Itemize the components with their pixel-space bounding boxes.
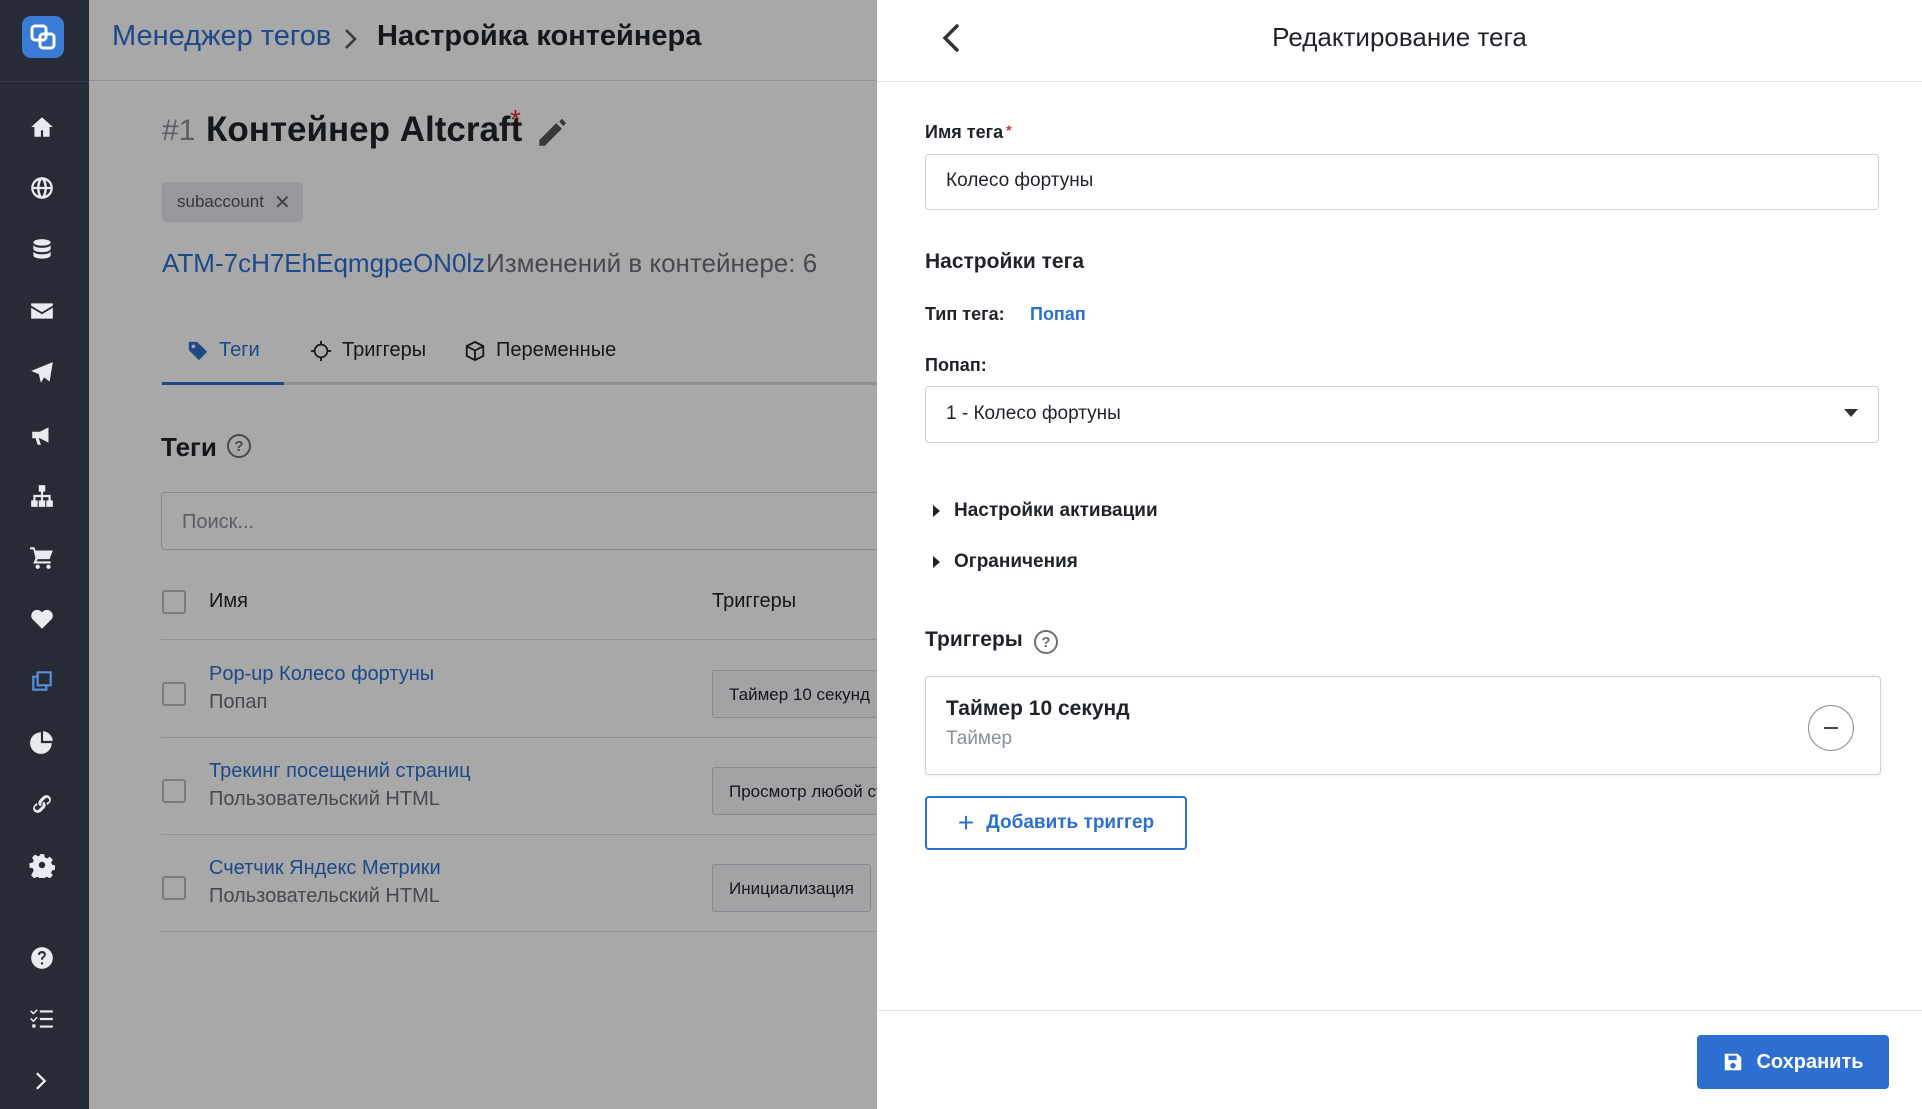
app-logo[interactable] (22, 16, 64, 58)
link-icon[interactable] (24, 786, 60, 822)
triggers-title: Триггеры (925, 628, 1023, 651)
required-mark: * (1006, 122, 1012, 138)
mail-icon[interactable] (24, 293, 60, 329)
activation-settings-toggle[interactable]: Настройки активации (933, 500, 1158, 522)
add-trigger-label: Добавить триггер (986, 812, 1155, 833)
paper-plane-icon[interactable] (24, 355, 60, 391)
sidebar (0, 0, 89, 1109)
logo-icon (30, 24, 56, 50)
popup-select-value: 1 - Колесо фортуны (946, 403, 1121, 424)
activation-settings-label: Настройки активации (954, 500, 1158, 521)
panel-title-text: Редактирование тега (1272, 22, 1527, 52)
help-icon[interactable] (24, 940, 60, 976)
restrictions-label: Ограничения (954, 551, 1078, 572)
panel-header: Редактирование тега (877, 0, 1922, 82)
database-icon[interactable] (24, 232, 60, 268)
trigger-card: Таймер 10 секунд Таймер (925, 676, 1881, 775)
tag-name-label-text: Имя тега (925, 122, 1004, 142)
windows-icon[interactable] (24, 663, 60, 699)
heart-icon[interactable] (24, 601, 60, 637)
tag-type-value: Попап (1030, 304, 1086, 324)
modal-backdrop[interactable] (89, 0, 877, 1109)
add-trigger-button[interactable]: + Добавить триггер (925, 796, 1187, 850)
popup-select[interactable]: 1 - Колесо фортуны (925, 386, 1879, 443)
caret-right-icon (933, 505, 940, 517)
save-button[interactable]: Сохранить (1697, 1035, 1889, 1089)
home-icon[interactable] (24, 109, 60, 145)
popup-label: Попап: (925, 355, 987, 375)
sitemap-icon[interactable] (24, 478, 60, 514)
save-label: Сохранить (1756, 1050, 1864, 1073)
tag-name-label: Имя тега * (925, 122, 1012, 143)
plus-icon: + (957, 807, 975, 838)
sidebar-divider (0, 81, 89, 82)
tag-settings-title: Настройки тега (925, 250, 1085, 273)
remove-trigger-button[interactable] (1808, 705, 1854, 751)
chevron-right-icon[interactable] (24, 1063, 60, 1099)
globe-icon[interactable] (24, 170, 60, 206)
edit-tag-panel: Редактирование тега Имя тега * Колесо фор… (877, 0, 1922, 1109)
megaphone-icon[interactable] (24, 417, 60, 453)
tag-type-label: Тип тега: (925, 304, 1005, 324)
restrictions-toggle[interactable]: Ограничения (933, 551, 1078, 573)
pie-chart-icon[interactable] (24, 724, 60, 760)
cart-icon[interactable] (24, 539, 60, 575)
trigger-name: Таймер 10 секунд (946, 697, 1130, 720)
caret-down-icon (1844, 409, 1858, 417)
panel-title: Редактирование тега (877, 22, 1922, 53)
caret-right-icon (933, 556, 940, 568)
floppy-disk-icon (1725, 1053, 1742, 1071)
gear-icon[interactable] (24, 847, 60, 883)
minus-icon (1824, 727, 1838, 729)
help-icon[interactable]: ? (1034, 630, 1058, 654)
trigger-type: Таймер (946, 728, 1013, 749)
footer-divider (877, 1010, 1922, 1011)
checklist-icon[interactable] (24, 1001, 60, 1037)
tag-name-input[interactable]: Колесо фортуны (925, 154, 1879, 210)
